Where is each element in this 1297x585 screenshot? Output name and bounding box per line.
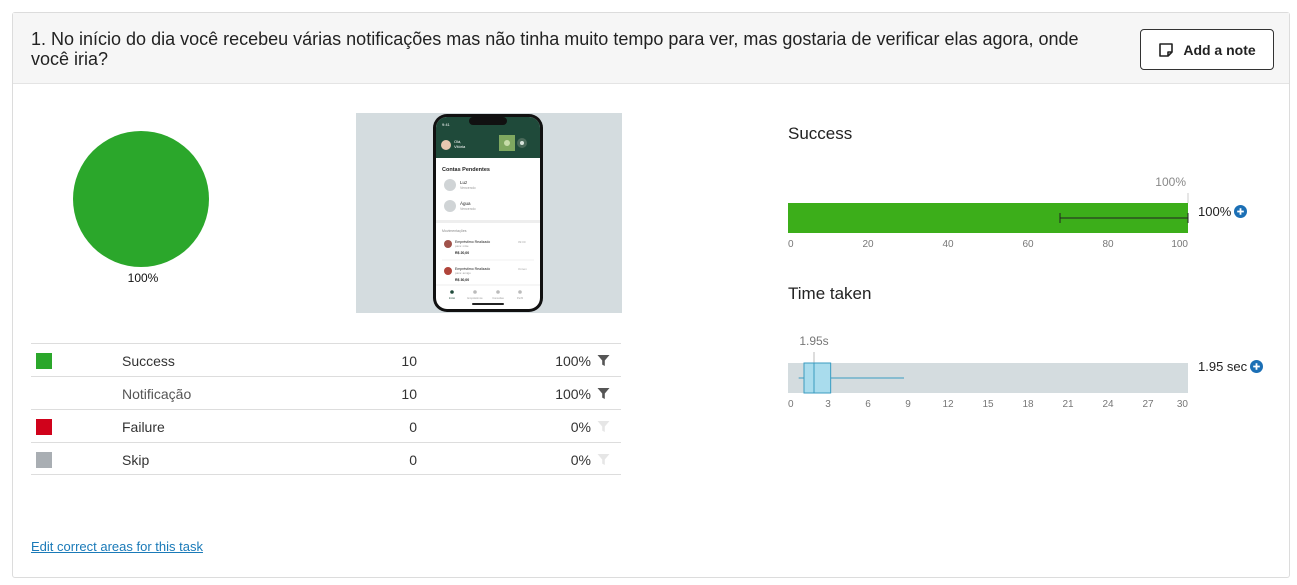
plus-circle-icon [1250,360,1264,373]
time-axis-tick-label: 12 [942,399,954,410]
card-header: 1. No início do dia você recebeu várias … [13,13,1289,84]
results-row-skip: Skip 0 0% [31,442,621,475]
phone-time: 9:41 [442,122,451,127]
success-side-value-text: 100% [1198,204,1232,219]
row-label: Failure [122,419,165,435]
phone-nav-4: Perfil [517,296,523,300]
success-color-swatch [36,353,52,369]
success-axis-tick-label: 20 [862,239,874,250]
skip-color-swatch [36,452,52,468]
phone-user-line2: Vitória [454,144,466,149]
phone-notif-1-amount: R$ 20,00 [455,251,469,255]
success-side-value[interactable]: 100% [1198,204,1248,219]
time-axis-tick-label: 9 [905,399,911,410]
phone-section-title: Contas Pendentes [442,167,490,173]
time-box [803,362,832,394]
task-screen-thumbnail[interactable]: 9:41 Olá, Vitória Contas Pendentes Luz V… [356,113,622,313]
task-result-card: 1. No início do dia você recebeu várias … [12,12,1290,578]
phone-bill-1-title: Luz [460,180,468,185]
row-label: Skip [122,452,150,468]
success-axis-tick-label: 0 [788,239,794,250]
success-pie-chart [73,131,209,267]
row-percent: 0% [570,452,591,468]
filter-icon[interactable] [597,354,610,367]
success-axis-tick-label: 100 [1171,239,1188,250]
time-axis-tick-label: 21 [1062,399,1074,410]
add-note-button[interactable]: Add a note [1140,29,1274,70]
phone-notif-2-sub: para: amigo [455,271,471,275]
pie-percentage-label: 100% [127,271,159,285]
pie-slice-success [73,131,209,267]
results-row-success: Success 10 100% [31,343,621,376]
row-count: 10 [401,353,417,369]
results-table: Success 10 100% Notificação 10 100% Fail… [31,343,621,475]
filter-icon [597,421,610,432]
row-count: 0 [409,419,417,435]
time-side-value-text: 1.95 sec [1198,359,1248,374]
success-top-label: 100% [1155,175,1186,189]
results-row-failure: Failure 0 0% [31,409,621,442]
phone-notif-2-time: Ontem [518,267,528,271]
time-box-plot: 1.95s 0 3 6 9 12 15 18 21 24 27 30 [788,334,1189,410]
row-percent: 0% [570,419,591,435]
success-chart-title: Success [788,124,853,143]
time-axis-tick-label: 6 [865,399,871,410]
note-icon [1159,42,1174,57]
time-axis-tick-label: 18 [1022,399,1034,410]
filter-icon[interactable] [597,387,610,400]
time-axis-tick-label: 24 [1102,399,1114,410]
time-axis-tick-label: 27 [1142,399,1154,410]
phone-bill-2-sub: Vencendo [460,207,476,211]
phone-mockup: 9:41 Olá, Vitória Contas Pendentes Luz V… [433,114,543,312]
success-axis-tick-label: 60 [1022,239,1034,250]
phone-notif-1-time: 09:00 [518,240,526,244]
row-count: 10 [401,386,417,402]
results-row-notificacao: Notificação 10 100% [31,376,621,409]
time-axis-tick-label: 0 [788,399,794,410]
edit-correct-areas-link[interactable]: Edit correct areas for this task [31,539,203,554]
phone-nav-2: Empréstimos [467,296,483,300]
question-title: 1. No início do dia você recebeu várias … [31,29,1079,69]
time-side-value[interactable]: 1.95 sec [1198,359,1264,374]
phone-notif-title: Movimentações [442,229,467,233]
success-axis-tick-label: 80 [1102,239,1114,250]
failure-color-swatch [36,419,52,435]
phone-bill-2-title: Água [460,200,471,206]
row-percent: 100% [555,386,591,402]
time-median-label: 1.95s [799,334,828,348]
row-count: 0 [409,452,417,468]
phone-bill-1-sub: Vencendo [460,186,476,190]
time-chart-title: Time taken [788,284,872,303]
success-bar-chart: 100% 0 20 40 60 80 100 [788,175,1189,250]
time-axis-tick-label: 3 [825,399,831,410]
time-axis-tick-label: 15 [982,399,994,410]
phone-notif-1-sub: para: mãe [455,244,469,248]
row-percent: 100% [555,353,591,369]
filter-icon [597,454,610,465]
plus-circle-icon [1234,205,1248,218]
success-axis-tick-label: 40 [942,239,954,250]
row-label: Success [122,353,175,369]
phone-notif-2-amount: R$ 30,00 [455,278,469,282]
add-note-label: Add a note [1183,41,1256,58]
phone-nav-1: Início [449,296,456,300]
time-axis-tick-label: 30 [1177,399,1189,410]
row-label: Notificação [122,386,192,402]
phone-nav-3: Consultas [492,296,504,300]
